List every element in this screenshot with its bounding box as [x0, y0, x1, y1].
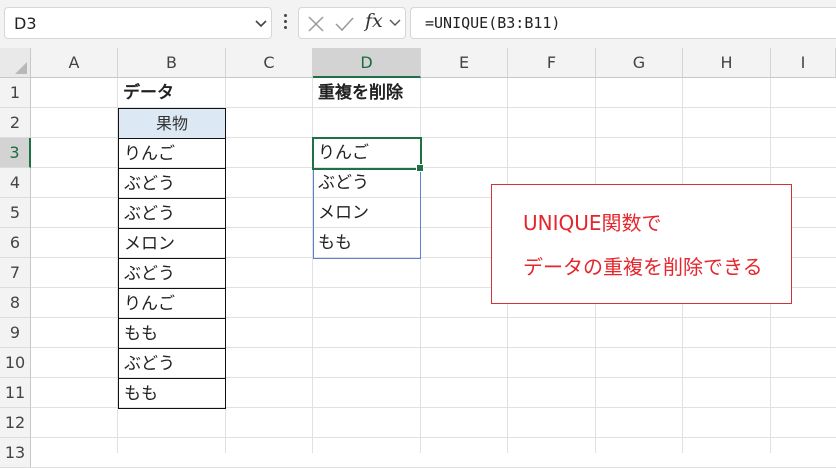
cell-B8[interactable]: りんご [118, 288, 226, 319]
cell-B9[interactable]: もも [118, 318, 226, 349]
row-header-3[interactable]: 3 [0, 138, 31, 168]
cell-D5[interactable]: メロン [313, 198, 421, 228]
column-header-h[interactable]: H [683, 48, 771, 78]
cell-B5[interactable]: ぶどう [118, 198, 226, 229]
active-cell-selection[interactable] [312, 137, 424, 172]
check-icon[interactable] [334, 14, 354, 34]
cell-B6[interactable]: メロン [118, 228, 226, 259]
row-header-7[interactable]: 7 [0, 258, 31, 288]
row-header-5[interactable]: 5 [0, 198, 31, 228]
fill-handle[interactable] [416, 164, 424, 172]
cell-B7[interactable]: ぶどう [118, 258, 226, 289]
column-header-b[interactable]: B [118, 48, 226, 78]
row-header-2[interactable]: 2 [0, 108, 31, 138]
row-header-8[interactable]: 8 [0, 288, 31, 318]
cell-D4[interactable]: ぶどう [313, 168, 421, 198]
column-header-f[interactable]: F [508, 48, 596, 78]
formula-actions: fx [298, 7, 406, 39]
column-header-g[interactable]: G [596, 48, 683, 78]
fx-icon[interactable]: fx [365, 10, 383, 32]
column-header-e[interactable]: E [421, 48, 508, 78]
callout-line-1: UNIQUE関数で [523, 211, 662, 235]
formula-input[interactable]: =UNIQUE(B3:B11) [410, 7, 836, 39]
cell-B11[interactable]: もも [118, 378, 226, 409]
column-header-a[interactable]: A [31, 48, 118, 78]
row-header-6[interactable]: 6 [0, 228, 31, 258]
row-header-1[interactable]: 1 [0, 78, 31, 108]
cell-B10[interactable]: ぶどう [118, 348, 226, 379]
grid-line-horizontal [31, 437, 836, 438]
fx-chevron-icon[interactable] [388, 17, 402, 29]
select-all-corner[interactable] [0, 48, 31, 78]
row-header-4[interactable]: 4 [0, 168, 31, 198]
cell-D1[interactable]: 重複を削除 [313, 78, 421, 108]
more-options-icon[interactable] [280, 11, 290, 35]
column-header-i[interactable]: I [771, 48, 836, 78]
cell-B2[interactable]: 果物 [118, 108, 226, 139]
formula-text: =UNIQUE(B3:B11) [425, 14, 561, 32]
row-header-9[interactable]: 9 [0, 318, 31, 348]
row-header-10[interactable]: 10 [0, 348, 31, 378]
row-header-13[interactable]: 13 [0, 438, 31, 468]
grid-line-vertical [420, 78, 421, 453]
cell-B3[interactable]: りんご [118, 138, 226, 169]
row-header-11[interactable]: 11 [0, 378, 31, 408]
name-box[interactable]: D3 [4, 7, 272, 39]
grid-line-vertical [312, 78, 313, 453]
cell-B1[interactable]: データ [118, 78, 226, 108]
column-header-c[interactable]: C [226, 48, 313, 78]
formula-bar-area: D3 fx =UNIQUE(B3:B11) [0, 0, 836, 48]
name-box-value: D3 [14, 14, 37, 33]
callout-box[interactable]: UNIQUE関数で データの重複を削除できる [491, 184, 792, 304]
cell-B4[interactable]: ぶどう [118, 168, 226, 199]
chevron-down-icon[interactable] [253, 15, 269, 31]
callout-line-2: データの重複を削除できる [523, 255, 763, 279]
cell-D6[interactable]: もも [313, 228, 421, 258]
close-icon[interactable] [307, 14, 325, 34]
row-header-12[interactable]: 12 [0, 408, 31, 438]
column-header-d[interactable]: D [313, 48, 421, 78]
